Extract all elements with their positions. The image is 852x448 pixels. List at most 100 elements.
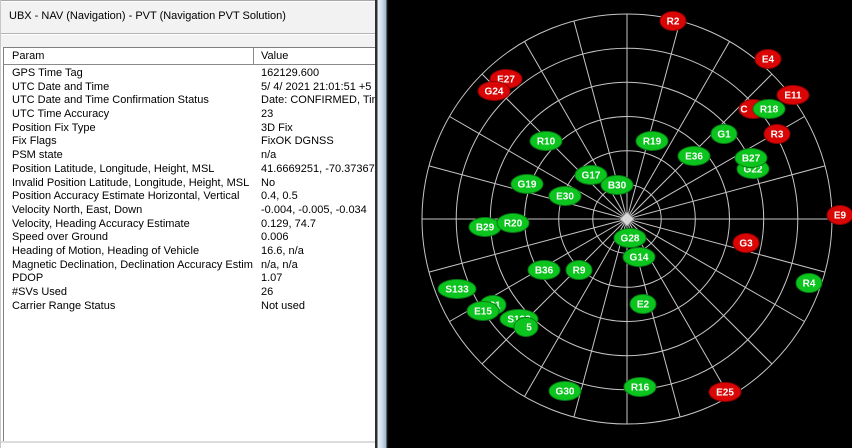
value-cell: Date: CONFIRMED, Tim	[254, 94, 376, 108]
table-row[interactable]: Position Accuracy Estimate Horizontal, V…	[4, 190, 376, 204]
table-row[interactable]: Velocity, Heading Accuracy Estimate0.129…	[4, 218, 376, 232]
table-row[interactable]: Fix FlagsFixOK DGNSS	[4, 135, 376, 149]
satellite-label: E30	[556, 192, 574, 203]
value-cell: No	[254, 177, 376, 191]
message-title-bar: UBX - NAV (Navigation) - PVT (Navigation…	[1, 0, 376, 34]
satellite-label: C	[740, 105, 747, 116]
param-cell: Position Latitude, Longitude, Height, MS…	[4, 163, 254, 177]
satellite-label: G19	[518, 180, 537, 191]
table-row[interactable]: Magnetic Declination, Declination Accura…	[4, 259, 376, 273]
table-row[interactable]: Heading of Motion, Heading of Vehicle16.…	[4, 245, 376, 259]
satellite-label: R16	[631, 383, 650, 394]
satellite-G30: G30	[549, 382, 581, 401]
param-cell: GPS Time Tag	[4, 67, 254, 81]
param-cell: Speed over Ground	[4, 231, 254, 245]
satellite-E30: E30	[549, 187, 581, 206]
satellite-label: S133	[445, 285, 469, 296]
value-cell: 0.129, 74.7	[254, 218, 376, 232]
value-cell: 26	[254, 286, 376, 300]
value-cell: -0.004, -0.005, -0.034	[254, 204, 376, 218]
table-row[interactable]: Position Fix Type3D Fix	[4, 122, 376, 136]
table-row[interactable]: Position Latitude, Longitude, Height, MS…	[4, 163, 376, 177]
ucenter-window: UBX - NAV (Navigation) - PVT (Navigation…	[0, 0, 852, 448]
param-cell: Velocity, Heading Accuracy Estimate	[4, 218, 254, 232]
param-cell: Invalid Position Latitude, Longitude, He…	[4, 177, 254, 191]
page-title: UBX - NAV (Navigation) - PVT (Navigation…	[9, 10, 286, 22]
satellite-5: 5	[514, 318, 538, 337]
param-value-table: Param Value GPS Time Tag162129.600UTC Da…	[3, 47, 376, 441]
satellite-label: G17	[582, 171, 601, 182]
satellite-label: R3	[771, 130, 784, 141]
satellite-G3: G3	[733, 234, 759, 253]
satellite-E2: E2	[630, 295, 656, 314]
table-row[interactable]: GPS Time Tag162129.600	[4, 67, 376, 81]
table-row[interactable]: UTC Date and Time5/ 4/ 2021 21:01:51 +5	[4, 81, 376, 95]
value-cell: 162129.600	[254, 67, 376, 81]
value-cell: 16.6, n/a	[254, 245, 376, 259]
satellite-label: R19	[643, 137, 662, 148]
satellite-label: R18	[760, 105, 779, 116]
satellite-R2: R2	[660, 12, 686, 31]
satellite-E4: E4	[755, 50, 781, 69]
table-row[interactable]: Carrier Range StatusNot used	[4, 300, 376, 314]
satellite-B27: B27	[735, 149, 767, 168]
value-cell: 0.4, 0.5	[254, 190, 376, 204]
satellite-label: B30	[608, 181, 627, 192]
satellite-E11: E11	[777, 86, 809, 105]
value-cell: Not used	[254, 300, 376, 314]
satellite-R16: R16	[624, 378, 656, 397]
value-cell: 3D Fix	[254, 122, 376, 136]
satellite-label: G28	[621, 234, 640, 245]
satellite-label: B29	[476, 223, 495, 234]
param-cell: Velocity North, East, Down	[4, 204, 254, 218]
satellite-label: G30	[556, 387, 575, 398]
value-cell: n/a	[254, 149, 376, 163]
column-header-param[interactable]: Param	[4, 48, 254, 64]
table-row[interactable]: #SVs Used26	[4, 286, 376, 300]
satellite-B36: B36	[528, 261, 560, 280]
table-row[interactable]: Invalid Position Latitude, Longitude, He…	[4, 177, 376, 191]
param-cell: UTC Date and Time	[4, 81, 254, 95]
satellite-B30: B30	[601, 176, 633, 195]
nav-pvt-panel: UBX - NAV (Navigation) - PVT (Navigation…	[0, 0, 375, 448]
azimuth-line	[482, 219, 627, 364]
title-gap	[1, 35, 376, 47]
column-header-value[interactable]: Value	[254, 48, 376, 64]
value-cell: FixOK DGNSS	[254, 135, 376, 149]
table-header[interactable]: Param Value	[4, 48, 376, 65]
param-cell: Heading of Motion, Heading of Vehicle	[4, 245, 254, 259]
satellite-label: G14	[630, 253, 649, 264]
value-cell: 0.006	[254, 231, 376, 245]
satellite-label: G24	[485, 87, 504, 98]
satellite-label: E9	[834, 211, 847, 222]
satellite-label: E2	[637, 300, 650, 311]
satellite-label: G1	[717, 130, 731, 141]
panel-splitter[interactable]	[375, 0, 389, 448]
satellite-label: R10	[537, 137, 556, 148]
satellite-label: E36	[685, 152, 703, 163]
satellite-label: E4	[762, 55, 775, 66]
satellite-label: R2	[667, 17, 680, 28]
param-cell: Position Fix Type	[4, 122, 254, 136]
table-rows: GPS Time Tag162129.600UTC Date and Time5…	[4, 65, 376, 313]
azimuth-line	[525, 219, 628, 397]
satellite-E25: E25	[709, 383, 741, 402]
table-row[interactable]: UTC Date and Time Confirmation StatusDat…	[4, 94, 376, 108]
satellite-R3: R3	[764, 125, 790, 144]
table-row[interactable]: PSM staten/a	[4, 149, 376, 163]
satellite-R9: R9	[566, 261, 592, 280]
table-row[interactable]: UTC Time Accuracy23	[4, 108, 376, 122]
param-cell: Position Accuracy Estimate Horizontal, V…	[4, 190, 254, 204]
satellite-G28: G28	[614, 229, 646, 248]
satellite-E36: E36	[678, 147, 710, 166]
param-cell: PSM state	[4, 149, 254, 163]
panel-bottom-border	[1, 441, 376, 443]
table-row[interactable]: PDOP1.07	[4, 272, 376, 286]
satellite-label: R20	[504, 219, 523, 230]
table-row[interactable]: Speed over Ground0.006	[4, 231, 376, 245]
satellite-label: E11	[784, 91, 802, 102]
satellite-R18: R18	[753, 100, 785, 119]
satellite-E15: E15	[467, 302, 499, 321]
value-cell: n/a, n/a	[254, 259, 376, 273]
table-row[interactable]: Velocity North, East, Down-0.004, -0.005…	[4, 204, 376, 218]
